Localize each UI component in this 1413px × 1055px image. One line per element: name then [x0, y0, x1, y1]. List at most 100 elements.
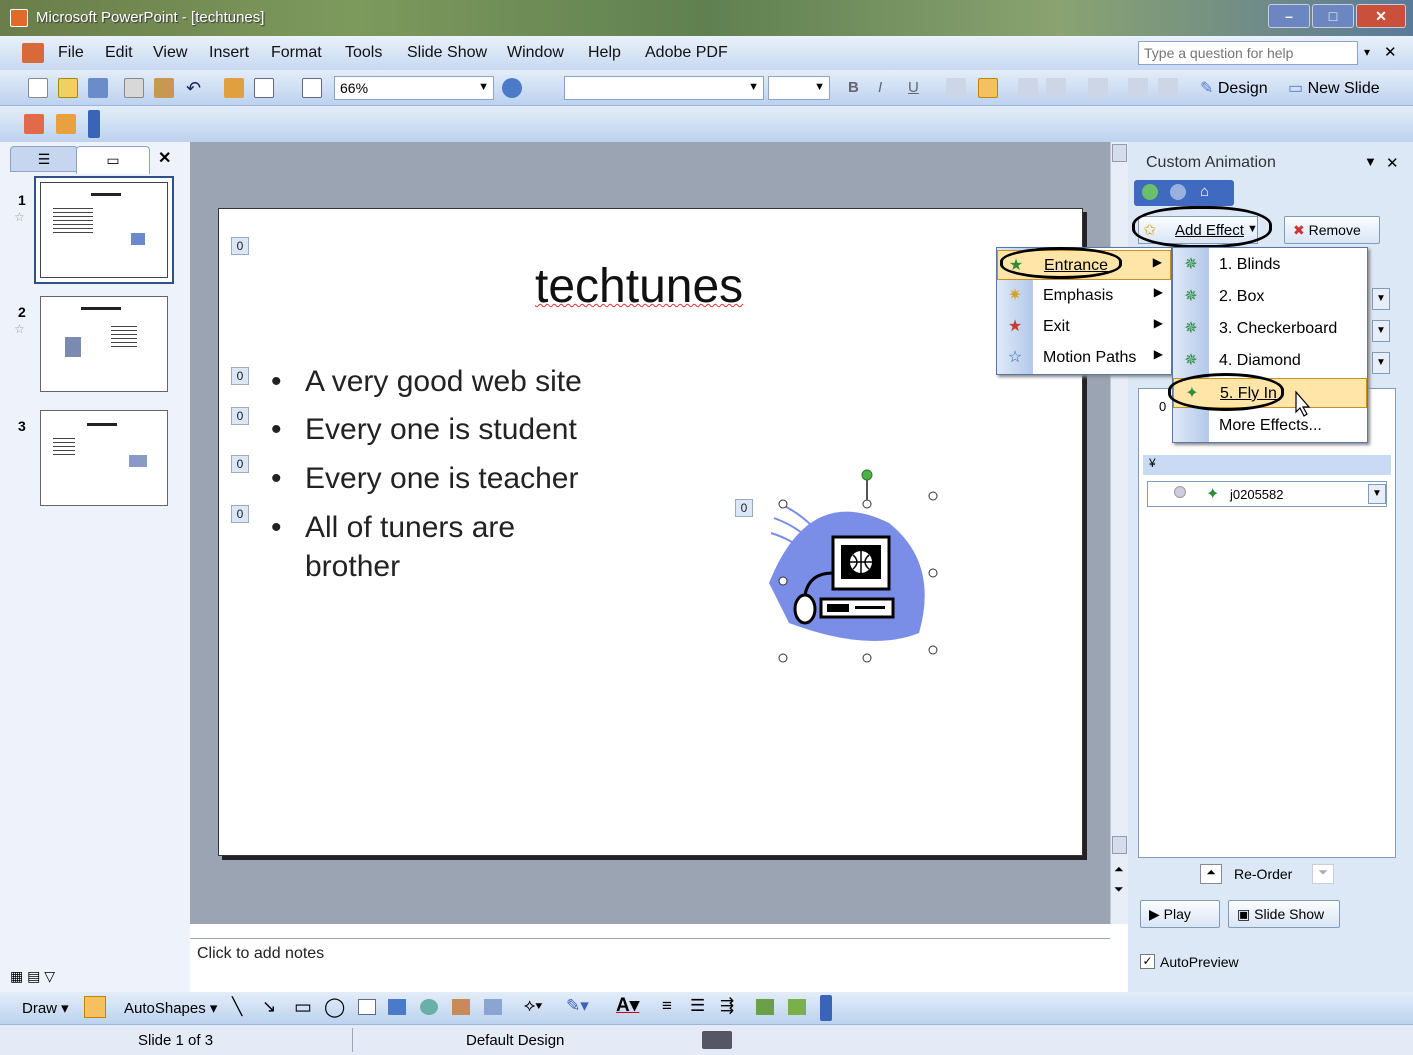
- select-objects-icon[interactable]: [84, 996, 106, 1018]
- menu-adobe-pdf[interactable]: Adobe PDF: [645, 44, 728, 62]
- paste-icon[interactable]: [154, 78, 174, 98]
- tab-outline[interactable]: ☰: [10, 146, 78, 172]
- menu-tools[interactable]: Tools: [345, 44, 382, 62]
- insert-chart-icon[interactable]: [224, 78, 244, 98]
- increase-indent-icon[interactable]: [1158, 78, 1178, 98]
- open-icon[interactable]: [58, 78, 78, 98]
- minimize-button[interactable]: –: [1268, 4, 1310, 28]
- previous-slide-icon[interactable]: ⏶: [1114, 862, 1124, 877]
- clipart-icon[interactable]: [452, 999, 470, 1015]
- rectangle-icon[interactable]: ▭: [294, 996, 312, 1019]
- underline-icon[interactable]: U: [908, 79, 919, 96]
- align-center-icon[interactable]: [978, 78, 998, 98]
- notes-pane[interactable]: Click to add notes: [190, 938, 1110, 990]
- animation-order-tag[interactable]: 0: [231, 407, 249, 425]
- notes-placeholder[interactable]: Click to add notes: [197, 945, 324, 963]
- forward-icon[interactable]: [1170, 184, 1186, 200]
- menu-edit[interactable]: Edit: [105, 44, 133, 62]
- bold-icon[interactable]: B: [848, 79, 859, 96]
- more-effects-item[interactable]: More Effects...: [1173, 411, 1367, 441]
- document-icon[interactable]: [22, 43, 44, 63]
- help-icon[interactable]: [502, 78, 522, 98]
- slide-thumbnail-3[interactable]: [40, 410, 168, 506]
- decrease-indent-icon[interactable]: [1128, 78, 1148, 98]
- numbering-icon[interactable]: [1018, 78, 1038, 98]
- selection-handles-right[interactable]: [927, 487, 947, 657]
- toolbar-options-icon[interactable]: [88, 110, 100, 138]
- wordart-icon[interactable]: [388, 999, 406, 1015]
- dropdown-icon[interactable]: ▼: [1372, 352, 1390, 374]
- taskpane-menu-icon[interactable]: ▼: [1364, 154, 1377, 169]
- slide-thumbnail-2[interactable]: [40, 296, 168, 392]
- close-pane-icon[interactable]: ✕: [158, 148, 171, 168]
- dash-style-icon[interactable]: ☰: [690, 996, 705, 1016]
- line-icon[interactable]: ╲: [232, 997, 242, 1017]
- slide-show-view-icon[interactable]: ▽: [44, 968, 55, 984]
- dropdown-icon[interactable]: ▼: [1372, 288, 1390, 310]
- effect-checkerboard[interactable]: ✵ 3. Checkerboard: [1173, 314, 1367, 344]
- animation-scheme-icon[interactable]: [24, 114, 44, 134]
- effect-blinds[interactable]: ✵ 1. Blinds: [1173, 250, 1367, 280]
- autopreview-checkbox[interactable]: ✓: [1140, 954, 1155, 969]
- move-up-icon[interactable]: ⏶: [1200, 864, 1222, 884]
- effect-box[interactable]: ✵ 2. Box: [1173, 282, 1367, 312]
- oval-icon[interactable]: ◯: [324, 996, 345, 1019]
- arrow-icon[interactable]: ↘: [262, 997, 276, 1017]
- bullet-text[interactable]: brother: [305, 550, 400, 584]
- menu-insert[interactable]: Insert: [209, 44, 249, 62]
- bullet-text[interactable]: Every one is student: [305, 413, 577, 447]
- dropdown-icon[interactable]: ▼: [1372, 320, 1390, 342]
- taskpane-close-icon[interactable]: ✕: [1386, 154, 1399, 172]
- new-icon[interactable]: [28, 78, 48, 98]
- tab-slides[interactable]: ▭: [76, 146, 150, 174]
- normal-view-icon[interactable]: ▦: [10, 968, 23, 984]
- play-button[interactable]: ▶ Play: [1140, 900, 1220, 928]
- menu-view[interactable]: View: [153, 44, 187, 62]
- back-icon[interactable]: [1142, 184, 1158, 200]
- animation-order-tag[interactable]: 0: [231, 367, 249, 385]
- slide-show-button[interactable]: ▣ Slide Show: [1228, 900, 1340, 928]
- copy-icon[interactable]: [124, 78, 144, 98]
- help-search-input[interactable]: [1138, 41, 1358, 65]
- animation-order-tag[interactable]: 0: [231, 505, 249, 523]
- next-slide-icon[interactable]: ⏷: [1114, 882, 1124, 897]
- menu-file[interactable]: File: [58, 44, 84, 62]
- shadow-style-icon[interactable]: [756, 999, 774, 1015]
- expand-icon[interactable]: ¥: [1149, 456, 1156, 470]
- zoom-select[interactable]: 66% ▼: [334, 76, 494, 100]
- computer-clipart[interactable]: [749, 463, 939, 663]
- scroll-up-icon[interactable]: [1112, 144, 1127, 162]
- animation-order-tag[interactable]: 0: [231, 455, 249, 473]
- slide-canvas[interactable]: 0 techtunes 0 0 0 0 • A very good web si…: [218, 208, 1083, 856]
- move-down-icon[interactable]: ⏷: [1312, 864, 1334, 884]
- home-icon[interactable]: ⌂: [1200, 183, 1209, 200]
- grid-icon[interactable]: [302, 78, 322, 98]
- diagram-icon[interactable]: [420, 999, 438, 1015]
- menu-format[interactable]: Format: [271, 44, 322, 62]
- save-icon[interactable]: [88, 78, 108, 98]
- menu-item-exit[interactable]: ★ Exit ▶: [997, 312, 1171, 342]
- picture-icon[interactable]: [484, 999, 502, 1015]
- fill-color-icon[interactable]: ⟡▾: [524, 996, 542, 1016]
- scroll-down-icon[interactable]: [1112, 836, 1127, 854]
- slide-thumbnail-1[interactable]: [34, 176, 174, 284]
- bullets-icon[interactable]: [1046, 78, 1066, 98]
- chevron-down-icon[interactable]: ▼: [1368, 484, 1386, 504]
- animation-list-item[interactable]: ✦ j0205582 ▼: [1147, 481, 1387, 507]
- list-group-header[interactable]: ¥: [1143, 455, 1391, 475]
- animation-order-tag[interactable]: 0: [231, 237, 249, 255]
- close-document-icon[interactable]: ✕: [1384, 43, 1397, 61]
- design-button[interactable]: ✎ Design: [1200, 78, 1268, 98]
- undo-icon[interactable]: ↶: [186, 78, 206, 98]
- custom-animation-icon[interactable]: [56, 114, 76, 134]
- help-dropdown-icon[interactable]: ▾: [1364, 45, 1370, 59]
- arrow-style-icon[interactable]: ⇶: [720, 996, 734, 1016]
- remove-button[interactable]: ✖ Remove: [1284, 216, 1380, 244]
- font-name-select[interactable]: ▼: [564, 76, 764, 100]
- menu-item-emphasis[interactable]: ✷ Emphasis ▶: [997, 281, 1171, 311]
- effect-diamond[interactable]: ✵ 4. Diamond: [1173, 346, 1367, 376]
- font-size-select[interactable]: ▼: [768, 76, 830, 100]
- 3d-style-icon[interactable]: [788, 999, 806, 1015]
- new-slide-button[interactable]: ▭ New Slide: [1288, 78, 1380, 98]
- animation-list[interactable]: 0 ¥ ✦ j0205582 ▼: [1138, 388, 1396, 858]
